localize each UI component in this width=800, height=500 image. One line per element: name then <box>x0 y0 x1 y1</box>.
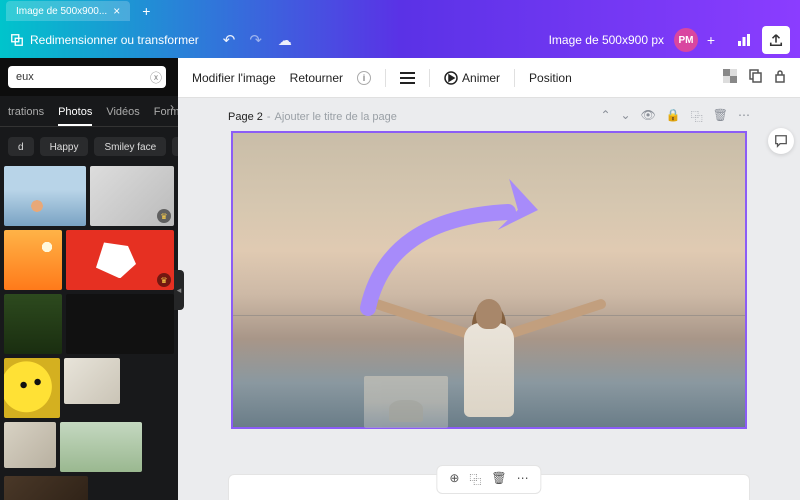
canvas-quick-actions: ⊕ ⿻ 🗑 ⋯ <box>436 465 541 494</box>
figure-head <box>476 299 502 329</box>
separator <box>514 69 515 87</box>
add-page-icon[interactable]: ⊕ <box>449 471 459 488</box>
flip-button[interactable]: Retourner <box>290 71 343 85</box>
lock-icon[interactable] <box>774 69 786 86</box>
animate-button[interactable]: Animer <box>444 71 500 85</box>
media-tabs: trations Photos Vidéos Forme › <box>0 96 178 127</box>
photo-thumb[interactable] <box>60 422 142 472</box>
redo-button[interactable]: ↷ <box>249 31 262 49</box>
resize-transform-button[interactable]: Redimensionner ou transformer <box>10 33 199 47</box>
separator <box>385 69 386 87</box>
app-topbar: Redimensionner ou transformer ↶ ↷ ☁ Imag… <box>0 22 800 58</box>
photo-thumb[interactable] <box>4 476 88 500</box>
animate-label: Animer <box>462 71 500 85</box>
duplicate-icon[interactable]: ⿻ <box>469 471 481 488</box>
tabs-scroll-right-icon[interactable]: › <box>170 100 174 114</box>
figure-body <box>464 323 514 417</box>
delete-icon[interactable]: 🗑 <box>491 471 506 488</box>
visibility-icon[interactable]: 👁 <box>641 108 656 125</box>
resize-icon <box>10 33 24 47</box>
photo-results: ♛ ♛ <box>0 166 178 500</box>
cloud-sync-icon[interactable]: ☁ <box>278 32 292 49</box>
undo-redo-group: ↶ ↷ <box>223 31 262 49</box>
sidebar: ⓧ trations Photos Vidéos Forme › d Happy… <box>0 58 178 500</box>
photo-thumb[interactable]: ♛ <box>66 230 174 290</box>
chevron-down-icon[interactable]: ⌄ <box>621 108 631 125</box>
page-actions: ⌃ ⌄ 👁 🔒 ⿻ 🗑 ⋯ <box>600 108 750 125</box>
collapse-page-icon[interactable]: ⌃ <box>600 108 610 125</box>
tab-videos[interactable]: Vidéos <box>106 100 139 126</box>
tab-title: Image de 500x900... <box>16 6 107 17</box>
collapse-sidebar-button[interactable]: ◂ <box>174 270 184 310</box>
position-button[interactable]: Position <box>529 71 572 85</box>
premium-icon: ♛ <box>157 273 171 287</box>
document-tab[interactable]: Image de 500x900... × <box>6 1 130 21</box>
share-button[interactable] <box>762 26 790 54</box>
photo-thumb[interactable] <box>4 294 62 354</box>
close-icon[interactable]: × <box>113 4 120 18</box>
undo-button[interactable]: ↶ <box>223 31 236 49</box>
photo-thumb[interactable] <box>64 358 120 404</box>
suggestion-chips: d Happy Smiley face Hol <box>0 127 178 166</box>
search-input[interactable] <box>8 66 166 88</box>
tab-photos[interactable]: Photos <box>58 100 92 126</box>
add-collaborator-button[interactable]: + <box>702 28 720 52</box>
tab-illustrations[interactable]: trations <box>8 100 44 126</box>
lock-page-icon[interactable]: 🔒 <box>666 108 681 125</box>
more-icon[interactable]: ⋯ <box>517 471 529 488</box>
page-header: Page 2 - Ajouter le titre de la page ⌃ ⌄… <box>178 98 800 131</box>
edit-image-button[interactable]: Modifier l'image <box>192 71 276 85</box>
search-row: ⓧ <box>0 58 178 96</box>
separator <box>429 69 430 87</box>
photo-thumb[interactable] <box>66 294 174 354</box>
analytics-icon[interactable] <box>730 26 758 54</box>
canvas-wrap <box>178 131 800 429</box>
figure-arm <box>371 298 477 341</box>
photo-thumb[interactable] <box>4 230 62 290</box>
context-toolbar: Modifier l'image Retourner i Animer Posi… <box>178 58 800 98</box>
photo-thumb[interactable] <box>4 422 56 468</box>
more-page-icon[interactable]: ⋯ <box>738 108 750 125</box>
page-title-input[interactable]: Ajouter le titre de la page <box>275 111 397 123</box>
document-title[interactable]: Image de 500x900 px <box>549 33 664 47</box>
chip[interactable]: d <box>8 137 34 156</box>
design-canvas[interactable] <box>231 131 747 429</box>
delete-page-icon[interactable]: 🗑 <box>713 108 728 125</box>
list-icon[interactable] <box>400 72 415 84</box>
duplicate-page-icon[interactable]: ⿻ <box>691 108 703 125</box>
premium-icon: ♛ <box>157 209 171 223</box>
transparency-icon[interactable] <box>723 69 737 86</box>
browser-tabbar: Image de 500x900... × + <box>0 0 800 22</box>
page-number: Page 2 <box>228 111 263 123</box>
figure-arm <box>501 298 607 341</box>
toolbar-right <box>723 69 786 86</box>
photo-thumb[interactable] <box>4 166 86 226</box>
new-tab-button[interactable]: + <box>142 3 150 19</box>
canvas-area: Modifier l'image Retourner i Animer Posi… <box>178 58 800 500</box>
info-icon[interactable]: i <box>357 71 371 85</box>
avatar[interactable]: PM <box>674 28 698 52</box>
photo-thumb[interactable]: ♛ <box>90 166 174 226</box>
photo-thumb[interactable] <box>4 358 60 418</box>
comment-button[interactable] <box>768 128 794 154</box>
resize-label: Redimensionner ou transformer <box>30 33 199 47</box>
drag-preview <box>364 376 448 428</box>
page-separator: - <box>267 111 271 123</box>
chip[interactable]: Happy <box>40 137 89 156</box>
chip[interactable]: Smiley face <box>94 137 166 156</box>
copy-style-icon[interactable] <box>749 69 762 86</box>
